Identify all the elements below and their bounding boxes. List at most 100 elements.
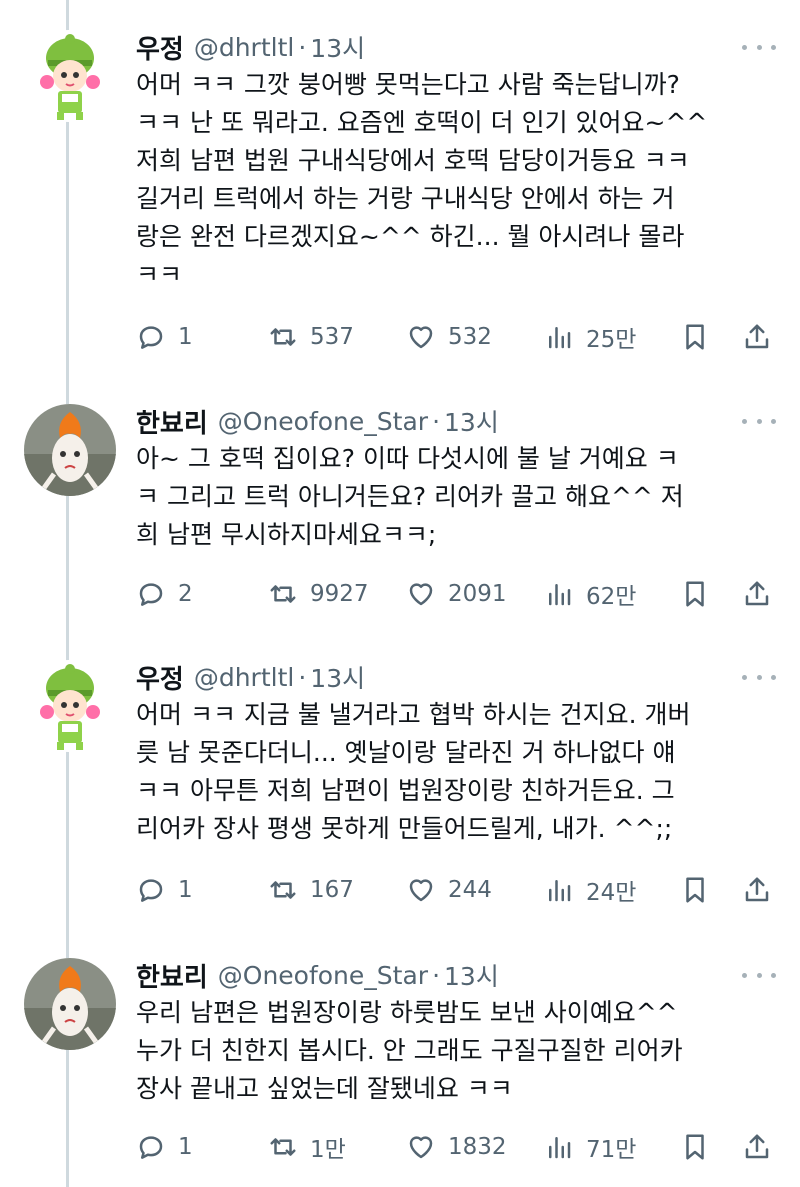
user-handle[interactable]: @dhrtltl bbox=[194, 663, 295, 692]
bookmark-button[interactable] bbox=[680, 873, 710, 907]
retweet-count: 537 bbox=[310, 324, 354, 350]
views-button[interactable]: 24만 bbox=[544, 873, 636, 907]
bookmark-button[interactable] bbox=[680, 320, 710, 354]
like-count: 1832 bbox=[448, 1134, 507, 1160]
separator: · bbox=[432, 960, 441, 990]
share-button[interactable] bbox=[742, 577, 772, 611]
reply-icon bbox=[139, 326, 163, 349]
views-button[interactable]: 71만 bbox=[544, 1130, 636, 1164]
more-options-icon[interactable] bbox=[742, 412, 776, 430]
action-bar: 1 537 532 25만 bbox=[136, 320, 776, 354]
like-count: 2091 bbox=[448, 581, 507, 607]
more-options-icon[interactable] bbox=[742, 966, 776, 984]
display-name[interactable]: 우정 bbox=[136, 29, 184, 66]
bookmark-icon bbox=[686, 1134, 704, 1160]
display-name[interactable]: 한뵤리 bbox=[136, 403, 208, 440]
share-button[interactable] bbox=[742, 1130, 772, 1164]
timestamp[interactable]: 13시 bbox=[310, 29, 365, 65]
avatar[interactable] bbox=[24, 660, 116, 752]
tweet-header: 우정 @dhrtltl · 13시 bbox=[136, 659, 776, 696]
reply-count: 2 bbox=[178, 581, 193, 607]
separator: · bbox=[298, 32, 307, 62]
bookmark-icon bbox=[686, 324, 704, 350]
views-chart-icon bbox=[549, 327, 571, 349]
like-button[interactable]: 532 bbox=[406, 320, 492, 354]
tweet-header: 한뵤리 @Oneofone_Star · 13시 bbox=[136, 403, 776, 440]
views-chart-icon bbox=[549, 880, 571, 902]
like-button[interactable]: 244 bbox=[406, 873, 492, 907]
retweet-button[interactable]: 167 bbox=[268, 873, 354, 907]
avatar[interactable] bbox=[24, 30, 116, 122]
view-count: 24만 bbox=[586, 880, 637, 906]
reply-button[interactable]: 1 bbox=[136, 320, 193, 354]
bookmark-button[interactable] bbox=[680, 1130, 710, 1164]
avatar[interactable] bbox=[24, 404, 116, 496]
reply-button[interactable]: 1 bbox=[136, 873, 193, 907]
like-count: 244 bbox=[448, 877, 492, 903]
avatar[interactable] bbox=[24, 958, 116, 1050]
user-handle[interactable]: @dhrtltl bbox=[194, 33, 295, 62]
share-icon bbox=[745, 324, 769, 349]
retweet-icon bbox=[270, 1138, 296, 1156]
display-name[interactable]: 우정 bbox=[136, 659, 184, 696]
timestamp[interactable]: 13시 bbox=[444, 957, 499, 993]
retweet-icon bbox=[270, 585, 296, 603]
like-button[interactable]: 1832 bbox=[406, 1130, 507, 1164]
bookmark-icon bbox=[686, 877, 704, 903]
reply-icon bbox=[139, 583, 163, 606]
heart-icon bbox=[409, 583, 433, 606]
retweet-count: 167 bbox=[310, 877, 354, 903]
green-hat-girl-avatar-icon bbox=[24, 660, 116, 752]
tweet-text: 어머 ㅋㅋ 그깟 붕어빵 못먹는다고 사람 죽는답니까? ㅋㅋ 난 또 뭐라고.… bbox=[136, 70, 708, 289]
goldfish-avatar-icon bbox=[24, 958, 116, 1050]
action-bar: 1 1만 1832 71만 bbox=[136, 1130, 776, 1164]
green-hat-girl-avatar-icon bbox=[24, 30, 116, 122]
view-count: 62만 bbox=[586, 584, 637, 610]
retweet-button[interactable]: 537 bbox=[268, 320, 354, 354]
like-button[interactable]: 2091 bbox=[406, 577, 507, 611]
views-button[interactable]: 62만 bbox=[544, 577, 636, 611]
reply-icon bbox=[139, 1136, 163, 1159]
bookmark-icon bbox=[686, 581, 704, 607]
retweet-button[interactable]: 1만 bbox=[268, 1130, 346, 1164]
tweet-text: 우리 남편은 법원장이랑 하룻밤도 보낸 사이예요^^ 누가 더 친한지 봅시다… bbox=[136, 998, 683, 1103]
retweet-count: 9927 bbox=[310, 581, 369, 607]
user-handle[interactable]: @Oneofone_Star bbox=[218, 407, 428, 436]
share-icon bbox=[745, 877, 769, 902]
share-icon bbox=[745, 581, 769, 606]
retweet-button[interactable]: 9927 bbox=[268, 577, 369, 611]
view-count: 25만 bbox=[586, 327, 637, 353]
reply-icon bbox=[139, 879, 163, 902]
reply-count: 1 bbox=[178, 877, 193, 903]
separator: · bbox=[298, 662, 307, 692]
tweet-text: 아~ 그 호떡 집이요? 이따 다섯시에 불 날 거예요 ㅋ ㅋ 그리고 트럭 … bbox=[136, 444, 684, 549]
reply-button[interactable]: 1 bbox=[136, 1130, 193, 1164]
tweet-text: 어머 ㅋㅋ 지금 불 낼거라고 협박 하시는 건지요. 개버 릇 남 못준다더니… bbox=[136, 700, 691, 843]
more-options-icon[interactable] bbox=[742, 668, 776, 686]
view-count: 71만 bbox=[586, 1137, 637, 1163]
display-name[interactable]: 한뵤리 bbox=[136, 957, 208, 994]
action-bar: 2 9927 2091 62만 bbox=[136, 577, 776, 611]
tweet-header: 우정 @dhrtltl · 13시 bbox=[136, 29, 776, 66]
timestamp[interactable]: 13시 bbox=[444, 403, 499, 439]
retweet-count: 1만 bbox=[310, 1137, 346, 1163]
share-button[interactable] bbox=[742, 320, 772, 354]
tweet-header: 한뵤리 @Oneofone_Star · 13시 bbox=[136, 957, 776, 994]
heart-icon bbox=[409, 1136, 433, 1159]
views-chart-icon bbox=[549, 584, 571, 606]
timestamp[interactable]: 13시 bbox=[310, 659, 365, 695]
heart-icon bbox=[409, 879, 433, 902]
action-bar: 1 167 244 24만 bbox=[136, 873, 776, 907]
retweet-icon bbox=[270, 328, 296, 346]
share-button[interactable] bbox=[742, 873, 772, 907]
reply-count: 1 bbox=[178, 324, 193, 350]
more-options-icon[interactable] bbox=[742, 38, 776, 56]
reply-count: 1 bbox=[178, 1134, 193, 1160]
retweet-icon bbox=[270, 881, 296, 899]
views-button[interactable]: 25만 bbox=[544, 320, 636, 354]
heart-icon bbox=[409, 326, 433, 349]
share-icon bbox=[745, 1134, 769, 1159]
bookmark-button[interactable] bbox=[680, 577, 710, 611]
user-handle[interactable]: @Oneofone_Star bbox=[218, 961, 428, 990]
reply-button[interactable]: 2 bbox=[136, 577, 193, 611]
